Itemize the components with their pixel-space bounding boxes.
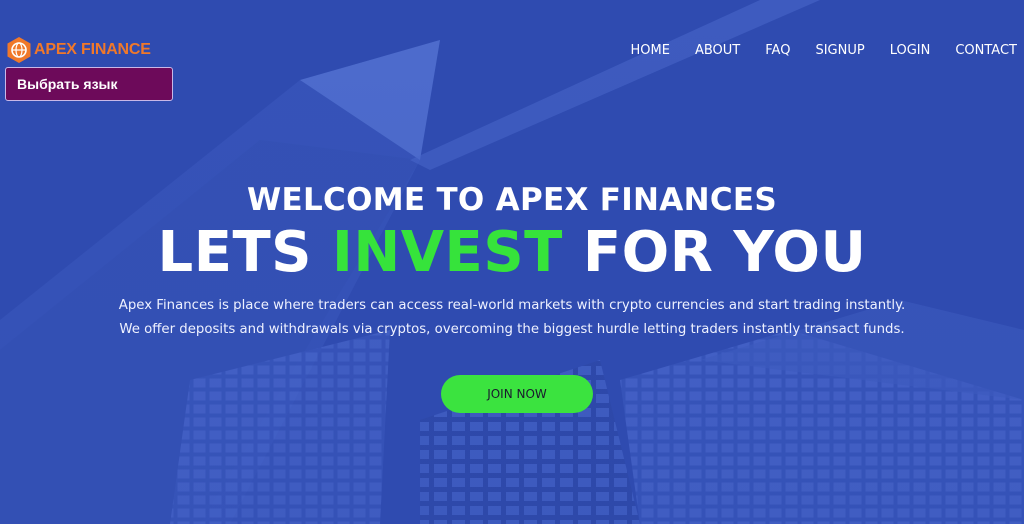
language-select-button[interactable]: Выбрать язык: [5, 67, 173, 101]
description-line-2: We offer deposits and withdrawals via cr…: [119, 322, 905, 337]
nav-about[interactable]: ABOUT: [695, 43, 740, 58]
tagline-heading: LETS INVEST FOR YOU: [0, 220, 1024, 285]
brand-name: APEX FINANCE: [34, 41, 151, 58]
nav-faq[interactable]: FAQ: [765, 43, 790, 58]
tagline-start: LETS: [157, 220, 333, 285]
tagline-accent: INVEST: [332, 220, 563, 285]
hero-section: APEX FINANCE Выбрать язык HOME ABOUT FAQ…: [0, 0, 1024, 524]
nav-contact[interactable]: CONTACT: [955, 43, 1017, 58]
tagline-end: FOR YOU: [562, 220, 867, 285]
welcome-heading: WELCOME TO APEX FINANCES: [247, 182, 777, 218]
brand-logo[interactable]: APEX FINANCE: [6, 36, 151, 64]
nav-signup[interactable]: SIGNUP: [815, 43, 864, 58]
nav-login[interactable]: LOGIN: [890, 43, 931, 58]
main-nav: HOME ABOUT FAQ SIGNUP LOGIN CONTACT: [606, 43, 1017, 58]
join-now-button[interactable]: JOIN NOW: [441, 375, 593, 413]
description-line-1: Apex Finances is place where traders can…: [118, 298, 906, 313]
hero-description: Apex Finances is place where traders can…: [0, 294, 1024, 342]
nav-home[interactable]: HOME: [631, 43, 670, 58]
globe-hexagon-icon: [7, 37, 31, 63]
